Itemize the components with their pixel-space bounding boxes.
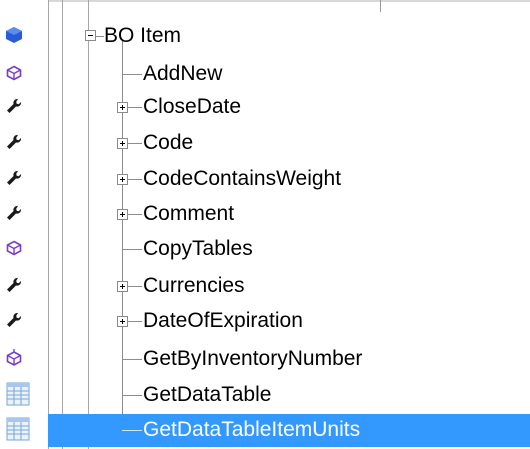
table-icon bbox=[6, 417, 30, 441]
tree-item-codecontainsweight[interactable]: CodeContainsWeight bbox=[0, 161, 530, 197]
wrench-icon bbox=[4, 132, 24, 152]
tree-item-label: DateOfExpiration bbox=[143, 309, 303, 332]
method-cube-icon bbox=[4, 238, 24, 258]
tree-item-label: GetDataTableItemUnits bbox=[143, 418, 361, 441]
tree-item-label: GetDataTable bbox=[143, 383, 272, 406]
top-border bbox=[0, 0, 530, 2]
tree-item-copytables[interactable]: CopyTables bbox=[0, 231, 530, 267]
tree-root-label: BO Item bbox=[104, 24, 182, 47]
wrench-icon bbox=[4, 96, 24, 116]
tree-item-label: GetByInventoryNumber bbox=[143, 347, 363, 370]
method-cube-icon bbox=[4, 63, 24, 83]
tree-item-getdatatableitemunits[interactable]: GetDataTableItemUnits bbox=[0, 412, 530, 448]
tree-item-dateofexpiration[interactable]: DateOfExpiration bbox=[0, 303, 530, 339]
tree-item-label: CloseDate bbox=[143, 95, 242, 118]
tree-item-label: Comment bbox=[143, 202, 235, 225]
expand-toggle[interactable] bbox=[117, 102, 128, 113]
tree-item-comment[interactable]: Comment bbox=[0, 196, 530, 232]
expand-toggle[interactable] bbox=[117, 174, 128, 185]
wrench-icon bbox=[4, 168, 24, 188]
tree-item-label: Code bbox=[143, 131, 194, 154]
tree-root-item[interactable]: BO Item bbox=[0, 18, 530, 54]
expand-toggle[interactable] bbox=[117, 281, 128, 292]
tree-item-label: Currencies bbox=[143, 274, 245, 297]
method-cube-icon bbox=[4, 348, 24, 368]
tree-item-addnew[interactable]: AddNew bbox=[0, 56, 530, 92]
expand-toggle[interactable] bbox=[117, 316, 128, 327]
collapse-toggle[interactable] bbox=[85, 30, 96, 41]
column-divider bbox=[380, 0, 381, 12]
expand-toggle[interactable] bbox=[117, 209, 128, 220]
blue-cube-icon bbox=[4, 25, 24, 45]
tree-item-getdatatable[interactable]: GetDataTable bbox=[0, 377, 530, 413]
wrench-icon bbox=[4, 310, 24, 330]
table-icon bbox=[6, 382, 30, 406]
expand-toggle[interactable] bbox=[117, 138, 128, 149]
tree-item-label: CodeContainsWeight bbox=[143, 167, 342, 190]
tree-item-label: CopyTables bbox=[143, 237, 253, 260]
tree-item-code[interactable]: Code bbox=[0, 125, 530, 161]
wrench-icon bbox=[4, 275, 24, 295]
tree-item-currencies[interactable]: Currencies bbox=[0, 268, 530, 304]
tree-item-getbyinventorynumber[interactable]: GetByInventoryNumber bbox=[0, 341, 530, 377]
wrench-icon bbox=[4, 203, 24, 223]
tree-item-closedate[interactable]: CloseDate bbox=[0, 89, 530, 125]
tree-item-label: AddNew bbox=[143, 62, 223, 85]
